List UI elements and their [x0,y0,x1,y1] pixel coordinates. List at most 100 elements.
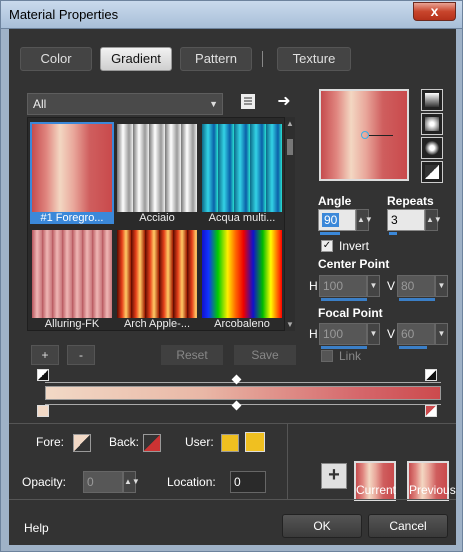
center-h-dropdown-icon[interactable]: ▼ [367,275,380,297]
focal-v-dropdown-icon[interactable]: ▼ [435,323,448,345]
help-link[interactable]: Help [24,521,49,535]
focal-h-value: 100 [323,327,344,341]
library-scrollbar[interactable]: ▲ ▼ [285,117,295,331]
opacity-dropdown-icon[interactable]: ▲▼ [123,471,140,493]
gradient-item[interactable]: Arch Apple-... [115,226,199,332]
gradient-swatch [32,230,112,318]
location-input[interactable]: 0 [230,471,266,493]
repeats-label: Repeats [387,194,434,208]
gradient-item[interactable]: Acciaio [115,120,199,226]
gradient-name: Acciaio [139,212,175,224]
focal-v-label: V [387,327,396,341]
angle-dropdown-icon[interactable]: ▲▼ [356,209,373,231]
tab-gradient[interactable]: Gradient [100,47,172,71]
repeats-input[interactable]: 3 ▲▼ [387,209,442,235]
window-frame: Color Gradient Pattern Texture All ▼ ➜ #… [0,28,463,552]
scroll-up-icon[interactable]: ▲ [285,119,295,128]
sunburst-style-button[interactable] [421,137,443,159]
gradient-item[interactable]: #1 Foregro... [30,120,114,226]
save-button[interactable]: Save [234,345,296,365]
center-h-input[interactable]: 100 ▼ [319,275,380,301]
add-gradient-button[interactable]: + [31,345,59,365]
color-stop-end[interactable] [425,405,437,417]
opacity-input[interactable]: 0 ▲▼ [83,471,140,493]
focal-v-value: 60 [401,327,415,341]
gradient-swatch [117,230,197,318]
back-color-chip[interactable] [143,434,161,452]
invert-label: Invert [339,239,370,253]
focal-h-dropdown-icon[interactable]: ▼ [367,323,380,345]
section-divider-vertical [287,423,288,499]
focal-h-input[interactable]: 100 ▼ [319,323,380,349]
center-v-dropdown-icon[interactable]: ▼ [435,275,448,297]
gradient-library: #1 Foregro... Acciaio Acqua multi... All… [27,117,285,331]
opacity-stop-end[interactable] [425,369,437,381]
focal-v-input[interactable]: 60 ▼ [397,323,448,349]
user-color-chip[interactable] [221,434,239,452]
angle-slider-bar[interactable] [320,232,340,235]
scroll-down-icon[interactable]: ▼ [285,320,295,329]
angle-line [369,135,393,136]
gradient-swatch [117,124,197,212]
user-label: User: [185,435,214,449]
ok-button[interactable]: OK [282,514,362,538]
list-view-icon[interactable] [239,93,259,113]
focal-v-slider-bar[interactable] [399,346,427,349]
gradient-preview[interactable] [319,89,409,181]
remove-gradient-button[interactable]: - [67,345,95,365]
center-h-slider-bar[interactable] [321,298,367,301]
scrollbar-thumb[interactable] [287,139,293,155]
title-bar: Material Properties x [0,0,463,28]
opacity-stop-start[interactable] [37,369,49,381]
angle-handle-icon[interactable] [361,131,369,139]
location-value: 0 [234,475,241,489]
center-h-label: H [309,279,318,293]
tab-separator [262,51,263,67]
current-label: Current [356,483,397,497]
gradient-name: Arch Apple-... [123,318,191,330]
center-v-input[interactable]: 80 ▼ [397,275,448,301]
footer-divider [9,499,456,500]
gradient-name: Alluring-FK [44,318,100,330]
location-label: Location: [167,475,216,489]
gradient-name: #1 Foregro... [30,212,114,224]
repeats-slider-bar[interactable] [389,232,397,235]
color-midpoint-icon[interactable] [231,400,242,411]
gradient-editor-bar[interactable] [45,386,441,400]
add-swatch-button[interactable]: + [321,463,347,489]
center-v-slider-bar[interactable] [399,298,435,301]
link-checkbox[interactable] [321,350,333,362]
gradient-item[interactable]: Acqua multi... [200,120,284,226]
center-h-value: 100 [323,279,344,293]
category-dropdown[interactable]: All ▼ [27,93,223,115]
repeats-value: 3 [391,213,398,227]
repeats-dropdown-icon[interactable]: ▲▼ [425,209,442,231]
back-label: Back: [109,435,140,449]
close-button[interactable]: x [413,2,456,21]
angle-input[interactable]: 90 ▲▼ [318,209,373,235]
gradient-item[interactable]: Alluring-FK [30,226,114,332]
chevron-down-icon: ▼ [209,99,218,109]
rectangular-style-button[interactable] [421,113,443,135]
linear-style-button[interactable] [421,89,443,111]
fore-color-chip[interactable] [73,434,91,452]
gradient-swatch [202,230,282,318]
gradient-swatch [202,124,282,212]
gradient-name: Acqua multi... [208,212,276,224]
tab-texture[interactable]: Texture [277,47,351,71]
reset-button[interactable]: Reset [161,345,223,365]
center-v-value: 80 [401,279,415,293]
invert-checkbox[interactable]: ✓ [321,240,333,252]
user-color-picker[interactable] [245,432,265,452]
focal-h-label: H [309,327,318,341]
link-label: Link [339,349,362,363]
tab-color[interactable]: Color [20,47,92,71]
tab-pattern[interactable]: Pattern [180,47,252,71]
category-value: All [33,97,47,111]
cancel-button[interactable]: Cancel [368,514,448,538]
arrow-right-icon[interactable]: ➜ [275,91,293,111]
center-v-label: V [387,279,396,293]
radial-style-button[interactable] [421,161,443,183]
gradient-item[interactable]: Arcobaleno [200,226,284,332]
color-stop-start[interactable] [37,405,49,417]
